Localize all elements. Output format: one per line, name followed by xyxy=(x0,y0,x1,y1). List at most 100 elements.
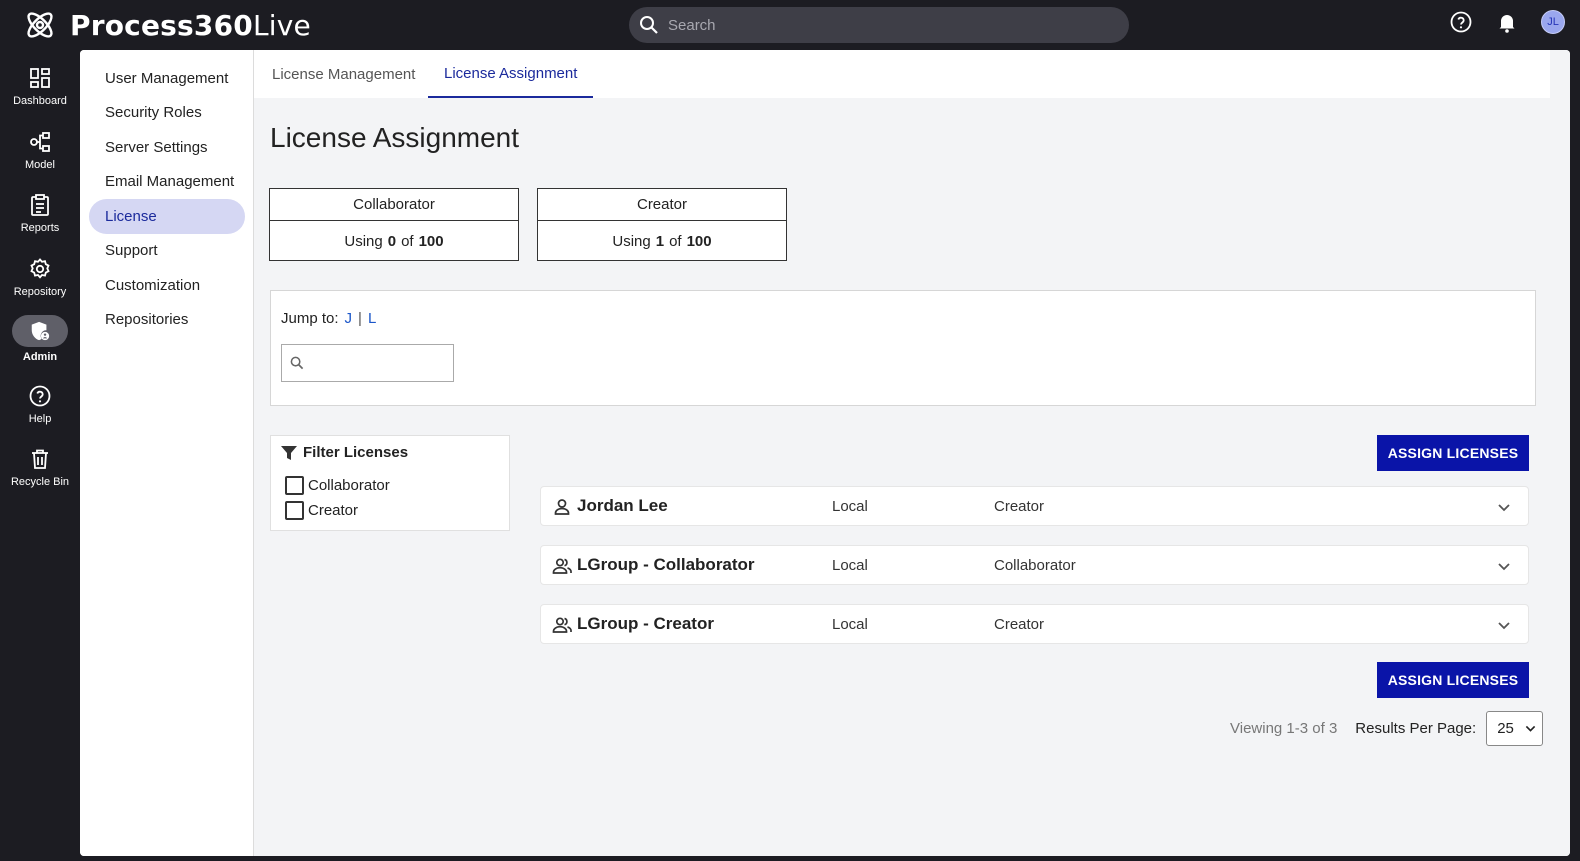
license-card-collaborator: Collaborator Using 0 of 100 xyxy=(269,188,519,261)
content-area: License Management License Assignment Li… xyxy=(254,50,1570,856)
filter-licenses-panel: Filter Licenses Collaborator Creator xyxy=(270,435,510,531)
row-type: Local xyxy=(832,557,868,574)
chevron-down-icon[interactable] xyxy=(1496,617,1512,633)
top-actions: JL xyxy=(1449,10,1565,34)
filter-option-creator[interactable]: Creator xyxy=(285,501,358,520)
name-search-input[interactable] xyxy=(281,344,454,382)
jump-to-label: Jump to: xyxy=(281,310,339,327)
row-type: Local xyxy=(832,616,868,633)
filter-title: Filter Licenses xyxy=(281,444,408,461)
rail-label: Repository xyxy=(13,286,67,298)
rail-label: Dashboard xyxy=(13,95,67,107)
chevron-down-icon[interactable] xyxy=(1496,558,1512,574)
filter-option-collaborator[interactable]: Collaborator xyxy=(285,476,390,495)
assign-licenses-button-top[interactable]: ASSIGN LICENSES xyxy=(1377,435,1529,471)
results-per-page-label: Results Per Page: xyxy=(1355,720,1477,737)
assign-licenses-button-bottom[interactable]: ASSIGN LICENSES xyxy=(1377,662,1529,698)
assignment-row-jordan-lee[interactable]: Jordan Lee Local Creator xyxy=(540,486,1529,526)
row-license: Creator xyxy=(994,498,1045,515)
license-used-count: 0 xyxy=(387,232,397,250)
rail-item-dashboard[interactable]: Dashboard xyxy=(0,66,80,107)
filter-option-label: Creator xyxy=(308,502,359,519)
help-icon[interactable] xyxy=(1449,10,1473,34)
jump-letter-j[interactable]: J xyxy=(345,310,353,327)
search-bar[interactable]: Search xyxy=(629,7,1129,43)
page-title: License Assignment xyxy=(270,122,520,153)
subnav-item-license[interactable]: License xyxy=(89,199,245,234)
jump-to: Jump to: J | L xyxy=(281,310,376,327)
search-icon xyxy=(640,16,658,34)
row-type: Local xyxy=(832,498,868,515)
repository-gear-icon xyxy=(30,258,50,279)
notifications-bell-icon[interactable] xyxy=(1495,10,1519,34)
rail-item-model[interactable]: Model xyxy=(0,130,80,171)
chevron-down-icon xyxy=(1525,725,1536,732)
rail-item-reports[interactable]: Reports xyxy=(0,193,80,234)
license-total-count: 100 xyxy=(418,232,444,250)
top-bar: Process360Live Search JL xyxy=(0,0,1580,50)
row-name: LGroup - Collaborator xyxy=(577,555,755,574)
row-name: LGroup - Creator xyxy=(577,614,714,633)
admin-shield-icon xyxy=(31,321,50,341)
rail-label: Reports xyxy=(20,222,60,234)
filter-funnel-icon xyxy=(281,445,297,460)
license-card-creator: Creator Using 1 of 100 xyxy=(537,188,787,261)
subnav-item-customization[interactable]: Customization xyxy=(89,268,245,303)
admin-subnav: User Management Security Roles Server Se… xyxy=(80,50,254,856)
filter-option-label: Collaborator xyxy=(308,477,390,494)
logo-icon xyxy=(27,12,53,38)
license-total-count: 100 xyxy=(686,232,712,250)
group-icon xyxy=(552,617,572,633)
row-name: Jordan Lee xyxy=(577,496,668,515)
subnav-item-support[interactable]: Support xyxy=(89,233,245,268)
search-icon xyxy=(290,356,304,370)
jump-search-panel: Jump to: J | L xyxy=(270,290,1536,406)
rail-label: Admin xyxy=(22,351,58,363)
main-panel: User Management Security Roles Server Se… xyxy=(80,50,1570,856)
row-license: Collaborator xyxy=(994,557,1076,574)
rail-label: Recycle Bin xyxy=(10,476,70,488)
filter-checkbox-creator[interactable] xyxy=(285,501,304,520)
app-logo[interactable]: Process360Live xyxy=(22,8,311,42)
filter-checkbox-collaborator[interactable] xyxy=(285,476,304,495)
subnav-item-server-settings[interactable]: Server Settings xyxy=(89,130,245,165)
app-name: Process360Live xyxy=(70,8,311,42)
jump-letter-l[interactable]: L xyxy=(368,310,376,327)
search-input[interactable]: Search xyxy=(668,17,716,34)
license-usage: Using 1 of 100 xyxy=(612,232,712,250)
rail-item-help[interactable]: Help xyxy=(0,384,80,425)
row-license: Creator xyxy=(994,616,1045,633)
rail-active-pill xyxy=(12,315,68,347)
tab-license-management[interactable]: License Management xyxy=(256,50,431,98)
license-card-name: Collaborator xyxy=(270,189,518,221)
results-per-page-select[interactable]: 25 xyxy=(1486,711,1544,746)
dashboard-icon xyxy=(30,68,50,88)
license-usage: Using 0 of 100 xyxy=(344,232,444,250)
license-card-name: Creator xyxy=(538,189,786,221)
chevron-down-icon[interactable] xyxy=(1496,499,1512,515)
user-icon xyxy=(554,499,570,515)
tab-bar: License Management License Assignment xyxy=(254,50,1550,98)
subnav-item-user-management[interactable]: User Management xyxy=(89,61,245,96)
rail-label: Model xyxy=(25,159,55,171)
rail-item-recycle-bin[interactable]: Recycle Bin xyxy=(0,447,80,488)
pagination: Viewing 1-3 of 3 Results Per Page: 25 xyxy=(1230,711,1544,746)
trash-icon xyxy=(32,449,48,469)
rail-item-admin[interactable]: Admin xyxy=(0,315,80,363)
subnav-item-email-management[interactable]: Email Management xyxy=(89,164,245,199)
subnav-item-security-roles[interactable]: Security Roles xyxy=(89,95,245,130)
user-avatar[interactable]: JL xyxy=(1541,10,1565,34)
model-icon xyxy=(30,132,50,152)
reports-icon xyxy=(31,194,49,216)
assignment-row-lgroup-creator[interactable]: LGroup - Creator Local Creator xyxy=(540,604,1529,644)
rail-label: Help xyxy=(28,413,52,425)
tab-license-assignment[interactable]: License Assignment xyxy=(428,50,594,98)
help-icon xyxy=(29,385,51,407)
license-used-count: 1 xyxy=(655,232,665,250)
rail-item-repository[interactable]: Repository xyxy=(0,257,80,298)
group-icon xyxy=(552,558,572,574)
jump-separator: | xyxy=(358,310,362,327)
viewing-count: Viewing 1-3 of 3 xyxy=(1230,720,1338,737)
assignment-row-lgroup-collaborator[interactable]: LGroup - Collaborator Local Collaborator xyxy=(540,545,1529,585)
subnav-item-repositories[interactable]: Repositories xyxy=(89,302,245,337)
